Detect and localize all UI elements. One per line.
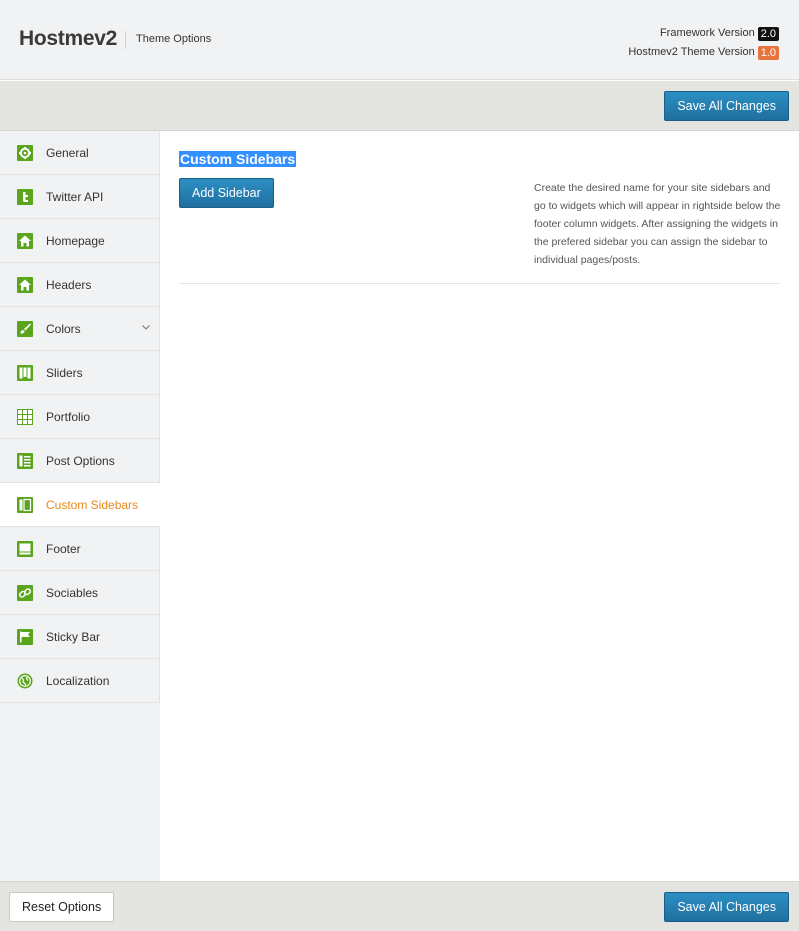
sidebar-item-localization[interactable]: Localization bbox=[0, 659, 160, 703]
gear-icon bbox=[17, 145, 33, 161]
chevron-down-icon[interactable] bbox=[141, 322, 151, 332]
sidebar-item-label: Colors bbox=[46, 322, 81, 336]
framework-version-label: Framework Version bbox=[659, 27, 755, 39]
main-content: Custom Sidebars Add Sidebar Create the d… bbox=[160, 131, 799, 881]
home-icon bbox=[17, 277, 33, 293]
home-icon bbox=[17, 233, 33, 249]
link-icon bbox=[17, 585, 33, 601]
sidebar-item-sticky-bar[interactable]: Sticky Bar bbox=[0, 615, 160, 659]
reset-options-button[interactable]: Reset Options bbox=[9, 892, 115, 922]
paintbrush-icon bbox=[17, 321, 33, 337]
page-title: Custom Sidebars bbox=[179, 151, 297, 167]
sidebar-item-label: Sociables bbox=[46, 586, 99, 600]
brand-title: Hostmev2 bbox=[19, 27, 117, 50]
sidebar-item-label: General bbox=[46, 146, 89, 160]
sidebar-item-label: Sliders bbox=[46, 366, 83, 380]
brand-separator bbox=[125, 31, 126, 49]
sidebar-item-label: Headers bbox=[46, 278, 92, 292]
bottom-toolbar: Reset Options Save All Changes bbox=[0, 881, 799, 931]
theme-version-label: Hostmev2 Theme Version bbox=[628, 46, 755, 58]
top-toolbar: Save All Changes bbox=[0, 81, 799, 131]
slider-icon bbox=[17, 365, 33, 381]
sidebar-item-label: Sticky Bar bbox=[46, 630, 101, 644]
page-subtitle: Theme Options bbox=[136, 33, 212, 45]
flag-icon bbox=[17, 629, 33, 645]
version-info: Framework Version 2.0 Hostmev2 Theme Ver… bbox=[628, 24, 779, 62]
sidebar-item-post-options[interactable]: Post Options bbox=[0, 439, 160, 483]
sidebar-item-twitter-api[interactable]: Twitter API bbox=[0, 175, 160, 219]
sidebar-item-colors[interactable]: Colors bbox=[0, 307, 160, 351]
framework-version-badge: 2.0 bbox=[757, 26, 779, 41]
twitter-icon bbox=[17, 189, 33, 205]
content-divider bbox=[179, 283, 779, 284]
footer-icon bbox=[17, 541, 33, 557]
sidebar-item-homepage[interactable]: Homepage bbox=[0, 219, 160, 263]
add-sidebar-button[interactable]: Add Sidebar bbox=[179, 178, 274, 208]
sidebar-item-general[interactable]: General bbox=[0, 131, 160, 175]
sidebar-item-label: Twitter API bbox=[46, 190, 104, 204]
section-description: Create the desired name for your site si… bbox=[534, 182, 781, 266]
sidebar-item-label: Homepage bbox=[46, 234, 105, 248]
sidebar-item-label: Portfolio bbox=[46, 410, 91, 424]
sidebar-item-sociables[interactable]: Sociables bbox=[0, 571, 160, 615]
post-icon bbox=[17, 453, 33, 469]
save-all-changes-button-top[interactable]: Save All Changes bbox=[664, 91, 789, 121]
sidebar-nav: General Twitter API Homepage Headers Col… bbox=[0, 131, 160, 881]
framework-version-row: Framework Version 2.0 bbox=[628, 24, 779, 43]
save-all-changes-button-bottom[interactable]: Save All Changes bbox=[664, 892, 789, 922]
sidebar-icon bbox=[17, 497, 33, 513]
sidebar-item-label: Footer bbox=[46, 542, 81, 556]
grid-icon bbox=[17, 409, 33, 425]
sidebar-item-portfolio[interactable]: Portfolio bbox=[0, 395, 160, 439]
sidebar-item-sliders[interactable]: Sliders bbox=[0, 351, 160, 395]
sidebar-item-custom-sidebars[interactable]: Custom Sidebars bbox=[0, 483, 160, 527]
theme-version-badge: 1.0 bbox=[757, 45, 779, 60]
sidebar-item-label: Custom Sidebars bbox=[46, 498, 139, 512]
header: Hostmev2 Theme Options Framework Version… bbox=[0, 0, 799, 80]
globe-icon bbox=[17, 673, 33, 689]
sidebar-item-label: Localization bbox=[46, 674, 110, 688]
sidebar-item-label: Post Options bbox=[46, 454, 115, 468]
sidebar-item-footer[interactable]: Footer bbox=[0, 527, 160, 571]
sidebar-item-headers[interactable]: Headers bbox=[0, 263, 160, 307]
theme-version-row: Hostmev2 Theme Version 1.0 bbox=[628, 43, 779, 62]
